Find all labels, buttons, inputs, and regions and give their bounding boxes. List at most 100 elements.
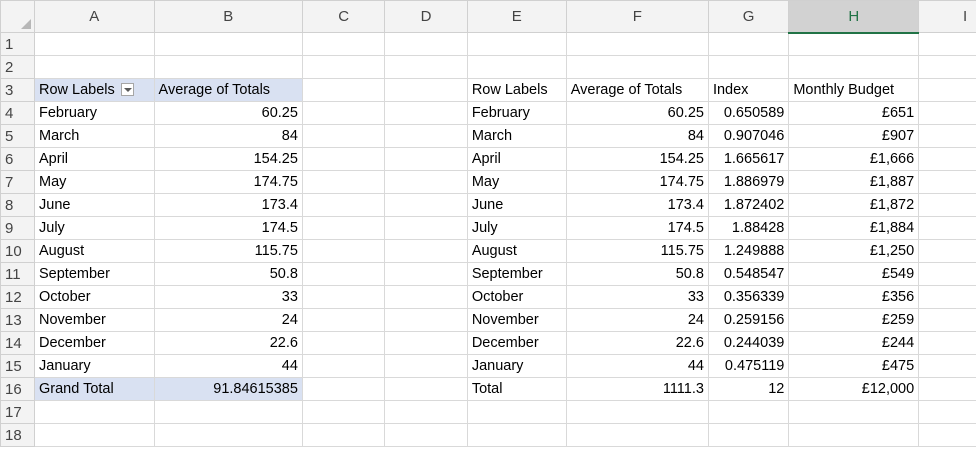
- row-header[interactable]: 16: [0, 377, 35, 401]
- cell-c[interactable]: [301, 331, 386, 355]
- row-header[interactable]: 17: [0, 400, 35, 424]
- pivot-row-label[interactable]: September: [34, 262, 155, 286]
- cell-g[interactable]: [707, 32, 790, 56]
- cell-c[interactable]: [301, 285, 386, 309]
- cell-d[interactable]: [384, 354, 468, 378]
- cell-h[interactable]: [788, 32, 920, 56]
- cell-d[interactable]: [384, 101, 468, 125]
- cell-c[interactable]: [301, 193, 386, 217]
- pivot-row-value[interactable]: 174.5: [153, 216, 303, 240]
- cell-e[interactable]: [466, 32, 567, 56]
- cell-i[interactable]: [918, 308, 976, 332]
- table-index[interactable]: 0.244039: [707, 331, 790, 355]
- table-average[interactable]: 44: [565, 354, 709, 378]
- pivot-row-label[interactable]: October: [34, 285, 155, 309]
- table-monthly-budget[interactable]: £1,884: [788, 216, 920, 240]
- cell-d[interactable]: [384, 78, 468, 102]
- table-monthly-budget[interactable]: £651: [788, 101, 920, 125]
- pivot-row-label[interactable]: December: [34, 331, 155, 355]
- cell-f[interactable]: [565, 55, 709, 79]
- cell-c[interactable]: [301, 78, 386, 102]
- pivot-row-label[interactable]: August: [34, 239, 155, 263]
- cell-b[interactable]: [153, 400, 303, 424]
- cell-i[interactable]: [918, 147, 976, 171]
- row-header[interactable]: 11: [0, 262, 35, 286]
- row-header[interactable]: 4: [0, 101, 35, 125]
- table-monthly-budget[interactable]: £907: [788, 124, 920, 148]
- pivot-row-value[interactable]: 173.4: [153, 193, 303, 217]
- row-header[interactable]: 2: [0, 55, 35, 79]
- table-index[interactable]: 1.872402: [707, 193, 790, 217]
- table-monthly-budget[interactable]: £244: [788, 331, 920, 355]
- cell-i[interactable]: [918, 124, 976, 148]
- cell-a[interactable]: [34, 423, 155, 447]
- table-index[interactable]: 0.650589: [707, 101, 790, 125]
- cell-i[interactable]: [918, 78, 976, 102]
- cell-i[interactable]: [918, 193, 976, 217]
- table-monthly-budget[interactable]: £549: [788, 262, 920, 286]
- table-monthly-budget[interactable]: £475: [788, 354, 920, 378]
- cell-i[interactable]: [918, 354, 976, 378]
- pivot-row-label[interactable]: June: [34, 193, 155, 217]
- pivot-row-value[interactable]: 50.8: [153, 262, 303, 286]
- cell-c[interactable]: [301, 308, 386, 332]
- pivot-row-label[interactable]: February: [34, 101, 155, 125]
- cell-d[interactable]: [384, 331, 468, 355]
- cell-c[interactable]: [301, 55, 386, 79]
- column-header-h[interactable]: H: [788, 0, 920, 34]
- cell-e[interactable]: [466, 423, 567, 447]
- table-index[interactable]: 0.356339: [707, 285, 790, 309]
- table-month[interactable]: October: [466, 285, 567, 309]
- table-index[interactable]: 1.249888: [707, 239, 790, 263]
- table-month[interactable]: August: [466, 239, 567, 263]
- cell-e[interactable]: [466, 55, 567, 79]
- row-header[interactable]: 18: [0, 423, 35, 447]
- table-month[interactable]: March: [466, 124, 567, 148]
- cell-h[interactable]: [788, 55, 920, 79]
- table-month[interactable]: September: [466, 262, 567, 286]
- column-header-e[interactable]: E: [466, 0, 567, 33]
- column-header-c[interactable]: C: [301, 0, 386, 33]
- cell-e[interactable]: [466, 400, 567, 424]
- row-header[interactable]: 3: [0, 78, 35, 102]
- row-header[interactable]: 12: [0, 285, 35, 309]
- cell-g[interactable]: [707, 400, 790, 424]
- column-header-b[interactable]: B: [153, 0, 303, 33]
- cell-g[interactable]: [707, 423, 790, 447]
- cell-d[interactable]: [384, 308, 468, 332]
- row-header[interactable]: 9: [0, 216, 35, 240]
- pivot-row-value[interactable]: 44: [153, 354, 303, 378]
- row-header[interactable]: 15: [0, 354, 35, 378]
- table-total-average[interactable]: 1111.3: [565, 377, 709, 401]
- cell-b[interactable]: [153, 55, 303, 79]
- column-header-d[interactable]: D: [384, 0, 468, 33]
- table-month[interactable]: July: [466, 216, 567, 240]
- table-month[interactable]: January: [466, 354, 567, 378]
- table-month[interactable]: February: [466, 101, 567, 125]
- cell-i[interactable]: [918, 377, 976, 401]
- table-average[interactable]: 115.75: [565, 239, 709, 263]
- table-index[interactable]: 0.475119: [707, 354, 790, 378]
- cell-i[interactable]: [918, 170, 976, 194]
- table-month[interactable]: May: [466, 170, 567, 194]
- cell-i[interactable]: [918, 423, 976, 447]
- table-average[interactable]: 60.25: [565, 101, 709, 125]
- pivot-header-average[interactable]: Average of Totals: [153, 78, 303, 102]
- cell-i[interactable]: [918, 55, 976, 79]
- table-average[interactable]: 50.8: [565, 262, 709, 286]
- cell-d[interactable]: [384, 423, 468, 447]
- column-header-f[interactable]: F: [565, 0, 709, 33]
- table-average[interactable]: 33: [565, 285, 709, 309]
- column-header-g[interactable]: G: [707, 0, 790, 33]
- table-monthly-budget[interactable]: £1,887: [788, 170, 920, 194]
- table-average[interactable]: 84: [565, 124, 709, 148]
- column-header-a[interactable]: A: [34, 0, 155, 33]
- pivot-row-value[interactable]: 84: [153, 124, 303, 148]
- pivot-row-label[interactable]: May: [34, 170, 155, 194]
- table-month[interactable]: November: [466, 308, 567, 332]
- cell-c[interactable]: [301, 239, 386, 263]
- table-average[interactable]: 174.75: [565, 170, 709, 194]
- cell-d[interactable]: [384, 124, 468, 148]
- table-monthly-budget[interactable]: £1,666: [788, 147, 920, 171]
- cell-b[interactable]: [153, 32, 303, 56]
